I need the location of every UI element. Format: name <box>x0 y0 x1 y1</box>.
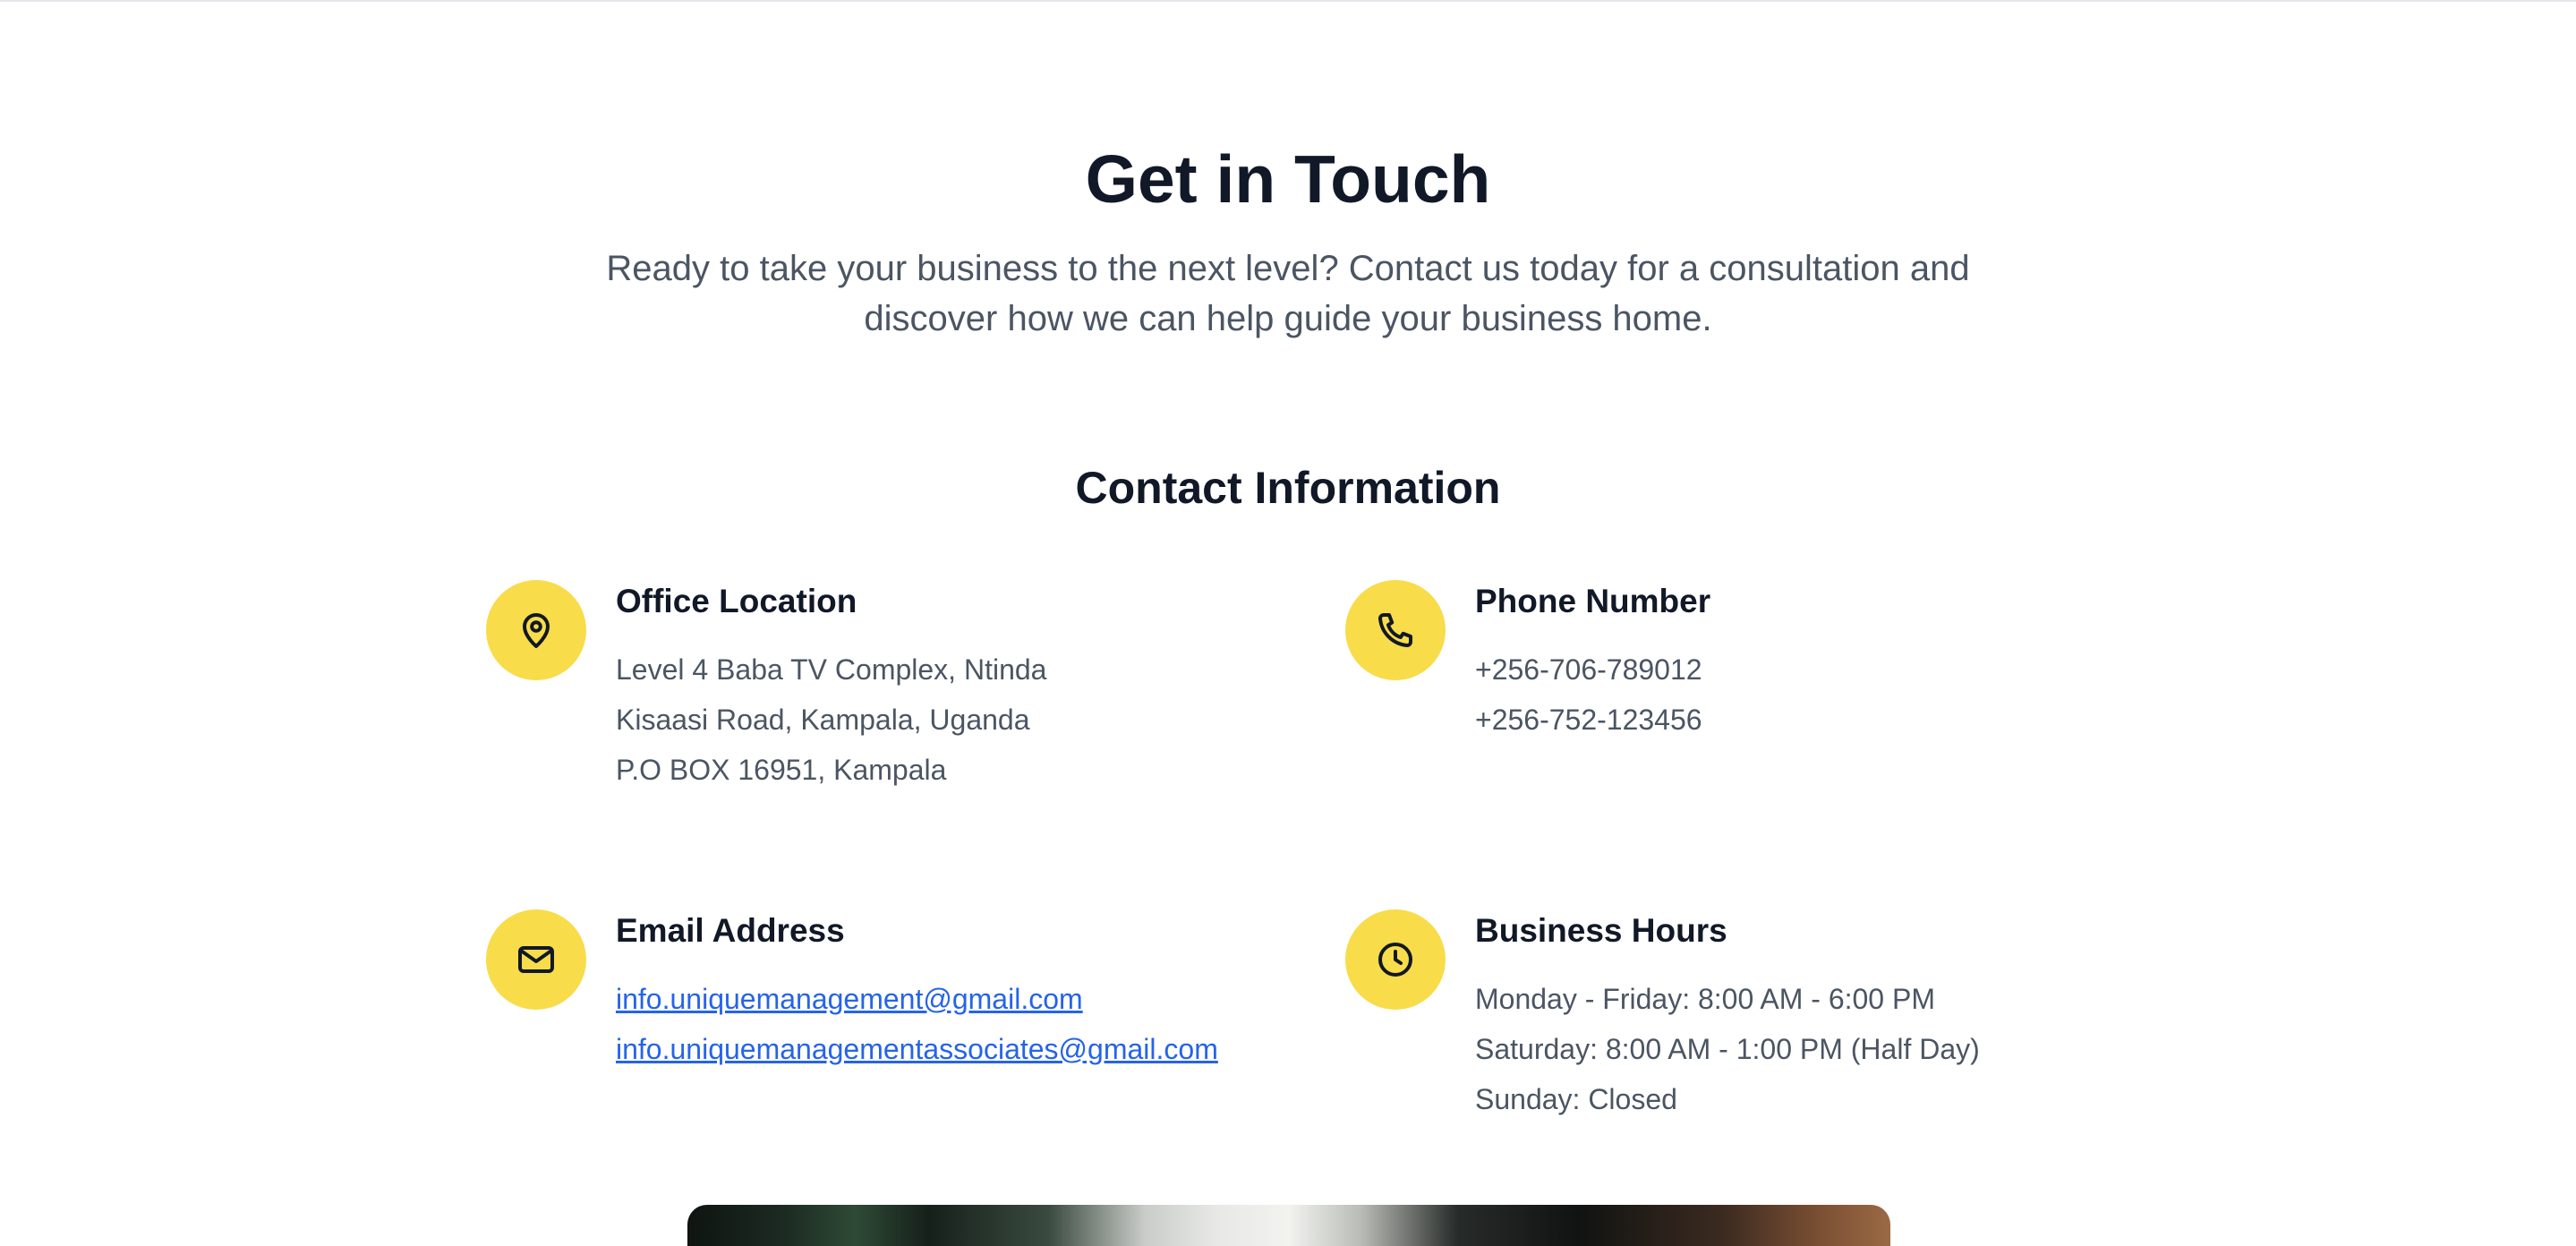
phone-number-value: +256-706-789012 <box>1475 653 1702 686</box>
contact-section-title: Contact Information <box>1075 463 1501 513</box>
business-hours-line: Monday - Friday: 8:00 AM - 6:00 PM <box>1475 983 1935 1015</box>
email-link[interactable]: info.uniquemanagement@gmail.com <box>616 974 1296 1024</box>
business-hours-title: Business Hours <box>1475 912 1727 949</box>
office-address-line: Kisaasi Road, Kampala, Uganda <box>616 704 1030 736</box>
phone-number-value: +256-752-123456 <box>1475 704 1702 736</box>
office-address-line: P.O BOX 16951, Kampala <box>616 754 947 786</box>
page-subtitle: Ready to take your business to the next … <box>606 249 1970 338</box>
phone-icon <box>1345 580 1446 680</box>
phone-number-title: Phone Number <box>1475 583 1711 619</box>
header-divider <box>0 0 2576 2</box>
page-title: Get in Touch <box>1085 141 1491 217</box>
mail-icon <box>486 909 586 1010</box>
map-pin-icon <box>486 580 586 680</box>
email-address-title: Email Address <box>616 912 845 949</box>
office-address-line: Level 4 Baba TV Complex, Ntinda <box>616 653 1047 686</box>
business-hours-line: Saturday: 8:00 AM - 1:00 PM (Half Day) <box>1475 1033 1980 1065</box>
contact-page: Get in Touch Ready to take your business… <box>0 0 2576 1246</box>
email-link[interactable]: info.uniquemanagementassociates@gmail.co… <box>616 1024 1296 1074</box>
office-photo <box>687 1205 1890 1246</box>
clock-icon <box>1345 909 1446 1010</box>
business-hours-line: Sunday: Closed <box>1475 1083 1677 1115</box>
office-location-title: Office Location <box>616 583 857 619</box>
